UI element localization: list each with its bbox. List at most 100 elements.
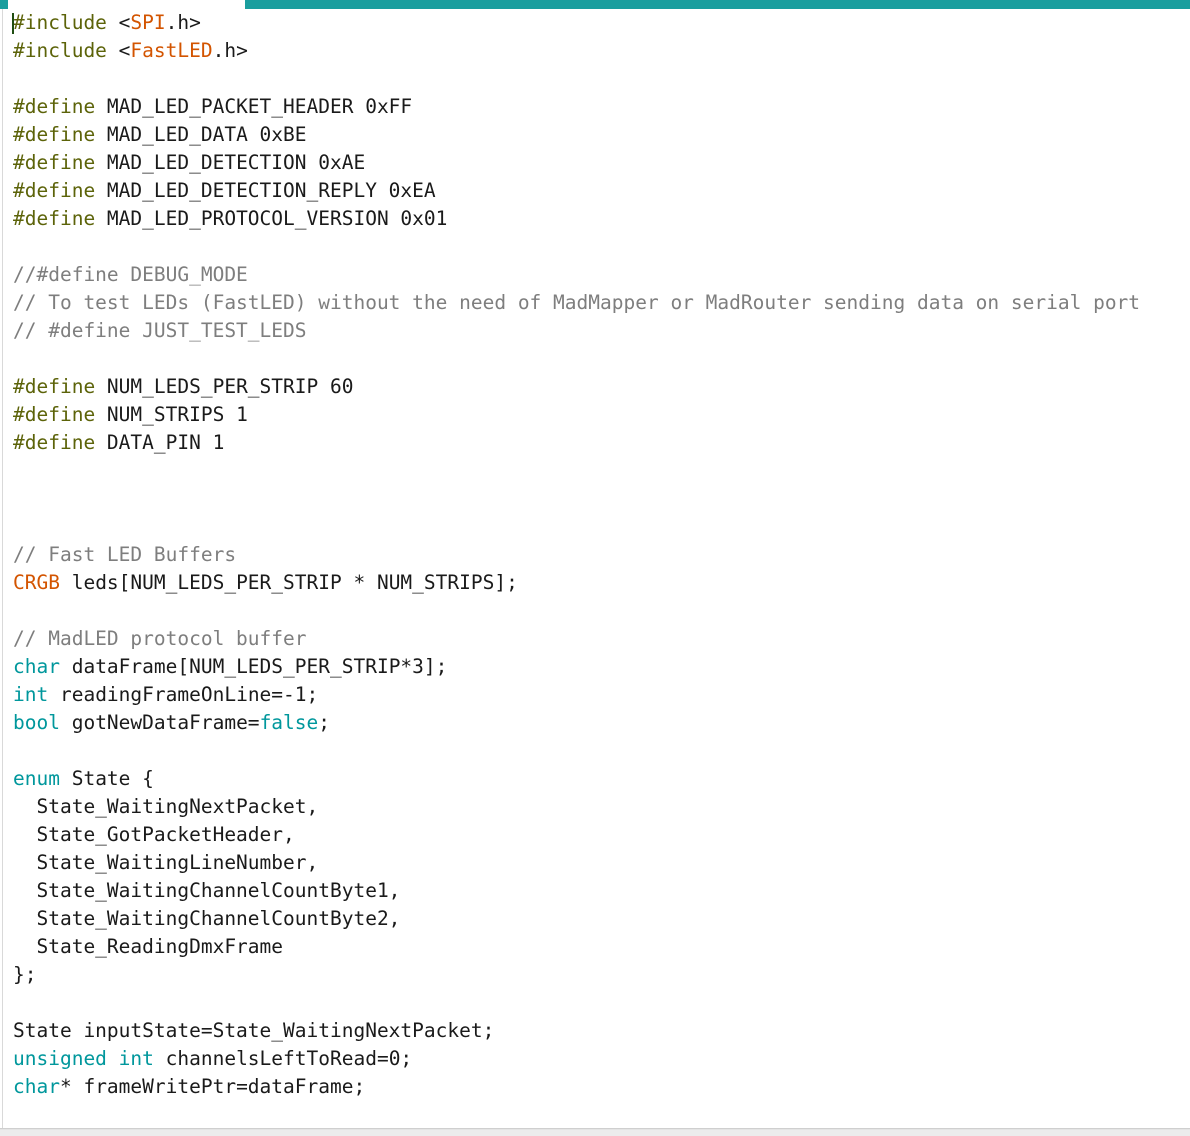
code-line[interactable] <box>0 457 1190 485</box>
code-token-kw: enum <box>13 767 60 790</box>
code-line[interactable]: State inputState=State_WaitingNextPacket… <box>0 1017 1190 1045</box>
code-line[interactable]: State_WaitingNextPacket, <box>0 793 1190 821</box>
divider-grip <box>0 1129 1190 1130</box>
code-line[interactable]: State_ReadingDmxFrame <box>0 933 1190 961</box>
code-token-pp: #define <box>13 95 96 118</box>
code-token-txt: gotNewDataFrame= <box>59 711 260 734</box>
code-line[interactable]: bool gotNewDataFrame=false; <box>0 709 1190 737</box>
code-token-txt: NUM_LEDS_PER_STRIP 60 <box>95 375 354 398</box>
code-token-txt: leds[NUM_LEDS_PER_STRIP * NUM_STRIPS]; <box>59 571 518 594</box>
code-token-txt: State_GotPacketHeader, <box>13 823 295 846</box>
code-line[interactable]: #define MAD_LED_DATA 0xBE <box>0 121 1190 149</box>
console-resize-divider[interactable] <box>0 1128 1190 1136</box>
code-line[interactable]: State_WaitingChannelCountByte2, <box>0 905 1190 933</box>
code-token-txt: .h> <box>212 39 248 62</box>
code-token-txt: State inputState=State_WaitingNextPacket… <box>13 1019 495 1042</box>
code-line[interactable] <box>0 485 1190 513</box>
code-token-txt: dataFrame[NUM_LEDS_PER_STRIP*3]; <box>59 655 448 678</box>
code-line[interactable] <box>0 65 1190 93</box>
code-line[interactable] <box>0 345 1190 373</box>
code-line[interactable] <box>0 989 1190 1017</box>
code-token-txt: < <box>118 39 131 62</box>
code-line[interactable]: // #define JUST_TEST_LEDS <box>0 317 1190 345</box>
code-line[interactable]: State_GotPacketHeader, <box>0 821 1190 849</box>
tab-strip-left-edge <box>0 0 8 9</box>
text-caret <box>12 13 14 34</box>
code-text-area[interactable]: #include <SPI.h> #include <FastLED.h> #de… <box>0 9 1190 1128</box>
code-token-cmt: // #define JUST_TEST_LEDS <box>13 319 307 342</box>
code-line[interactable]: #define MAD_LED_PROTOCOL_VERSION 0x01 <box>0 205 1190 233</box>
tab-active-sketch[interactable] <box>8 0 245 9</box>
code-line[interactable]: #define DATA_PIN 1 <box>0 429 1190 457</box>
code-token-txt: * frameWritePtr=dataFrame; <box>59 1075 366 1098</box>
code-token-kw: unsigned int <box>13 1047 154 1070</box>
code-token-txt: State_WaitingLineNumber, <box>13 851 319 874</box>
code-line[interactable]: enum State { <box>0 765 1190 793</box>
code-line[interactable]: #define MAD_LED_DETECTION 0xAE <box>0 149 1190 177</box>
code-line[interactable]: //#define DEBUG_MODE <box>0 261 1190 289</box>
code-line[interactable]: char dataFrame[NUM_LEDS_PER_STRIP*3]; <box>0 653 1190 681</box>
code-token-txt: State { <box>59 767 154 790</box>
code-token-lib: SPI <box>130 11 166 34</box>
code-token-txt: State_WaitingNextPacket, <box>13 795 319 818</box>
code-line[interactable] <box>0 597 1190 625</box>
code-token-cmt: // To test LEDs (FastLED) without the ne… <box>13 291 1141 314</box>
code-line[interactable]: int readingFrameOnLine=-1; <box>0 681 1190 709</box>
code-token-cmt: // Fast LED Buffers <box>13 543 237 566</box>
code-token-pp: #define <box>13 123 96 146</box>
code-token-txt: MAD_LED_DATA 0xBE <box>95 123 307 146</box>
code-token-txt: < <box>118 11 131 34</box>
code-token-pp: #include <box>13 11 119 34</box>
code-token-txt: ; <box>318 711 331 734</box>
code-token-txt: DATA_PIN 1 <box>95 431 225 454</box>
code-token-lib: CRGB <box>13 571 60 594</box>
code-token-lib: FastLED <box>130 39 213 62</box>
code-line[interactable]: CRGB leds[NUM_LEDS_PER_STRIP * NUM_STRIP… <box>0 569 1190 597</box>
code-token-txt: channelsLeftToRead=0; <box>153 1047 413 1070</box>
code-token-txt: MAD_LED_DETECTION_REPLY 0xEA <box>95 179 436 202</box>
code-line[interactable]: // MadLED protocol buffer <box>0 625 1190 653</box>
code-token-lit: false <box>259 711 319 734</box>
code-token-txt: .h> <box>165 11 201 34</box>
code-line[interactable]: #include <SPI.h> <box>0 9 1190 37</box>
code-line[interactable]: // To test LEDs (FastLED) without the ne… <box>0 289 1190 317</box>
code-token-pp: #define <box>13 431 96 454</box>
code-token-txt: MAD_LED_PROTOCOL_VERSION 0x01 <box>95 207 448 230</box>
code-line[interactable] <box>0 737 1190 765</box>
code-line[interactable]: }; <box>0 961 1190 989</box>
code-line[interactable]: #define MAD_LED_DETECTION_REPLY 0xEA <box>0 177 1190 205</box>
code-line[interactable]: State_WaitingLineNumber, <box>0 849 1190 877</box>
code-line[interactable]: // Fast LED Buffers <box>0 541 1190 569</box>
code-token-txt: State_ReadingDmxFrame <box>13 935 284 958</box>
code-editor[interactable]: #include <SPI.h> #include <FastLED.h> #de… <box>0 9 1190 1128</box>
code-token-pp: #define <box>13 207 96 230</box>
code-token-pp: #define <box>13 403 96 426</box>
code-token-kw: int <box>13 683 49 706</box>
code-line[interactable]: State_WaitingChannelCountByte1, <box>0 877 1190 905</box>
code-token-txt: MAD_LED_DETECTION 0xAE <box>95 151 366 174</box>
code-token-txt: MAD_LED_PACKET_HEADER 0xFF <box>95 95 413 118</box>
code-line[interactable]: unsigned int channelsLeftToRead=0; <box>0 1045 1190 1073</box>
code-line[interactable]: char* frameWritePtr=dataFrame; <box>0 1073 1190 1101</box>
code-token-txt: }; <box>13 963 37 986</box>
code-token-txt: State_WaitingChannelCountByte1, <box>13 879 401 902</box>
code-line[interactable] <box>0 513 1190 541</box>
code-line[interactable] <box>0 233 1190 261</box>
code-line[interactable]: #define MAD_LED_PACKET_HEADER 0xFF <box>0 93 1190 121</box>
tab-strip-background[interactable] <box>245 0 1190 9</box>
code-token-pp: #define <box>13 375 96 398</box>
code-token-kw: char <box>13 1075 60 1098</box>
code-token-pp: #define <box>13 179 96 202</box>
code-line[interactable]: #include <FastLED.h> <box>0 37 1190 65</box>
editor-tab-strip <box>0 0 1190 9</box>
code-token-kw: char <box>13 655 60 678</box>
code-line[interactable]: #define NUM_LEDS_PER_STRIP 60 <box>0 373 1190 401</box>
code-token-txt: readingFrameOnLine=-1; <box>48 683 319 706</box>
code-token-cmt: // MadLED protocol buffer <box>13 627 307 650</box>
code-token-pp: #include <box>13 39 119 62</box>
code-token-txt: NUM_STRIPS 1 <box>95 403 248 426</box>
code-line[interactable] <box>0 1101 1190 1128</box>
code-token-kw: bool <box>13 711 60 734</box>
code-line[interactable]: #define NUM_STRIPS 1 <box>0 401 1190 429</box>
code-token-cmt: //#define DEBUG_MODE <box>13 263 248 286</box>
